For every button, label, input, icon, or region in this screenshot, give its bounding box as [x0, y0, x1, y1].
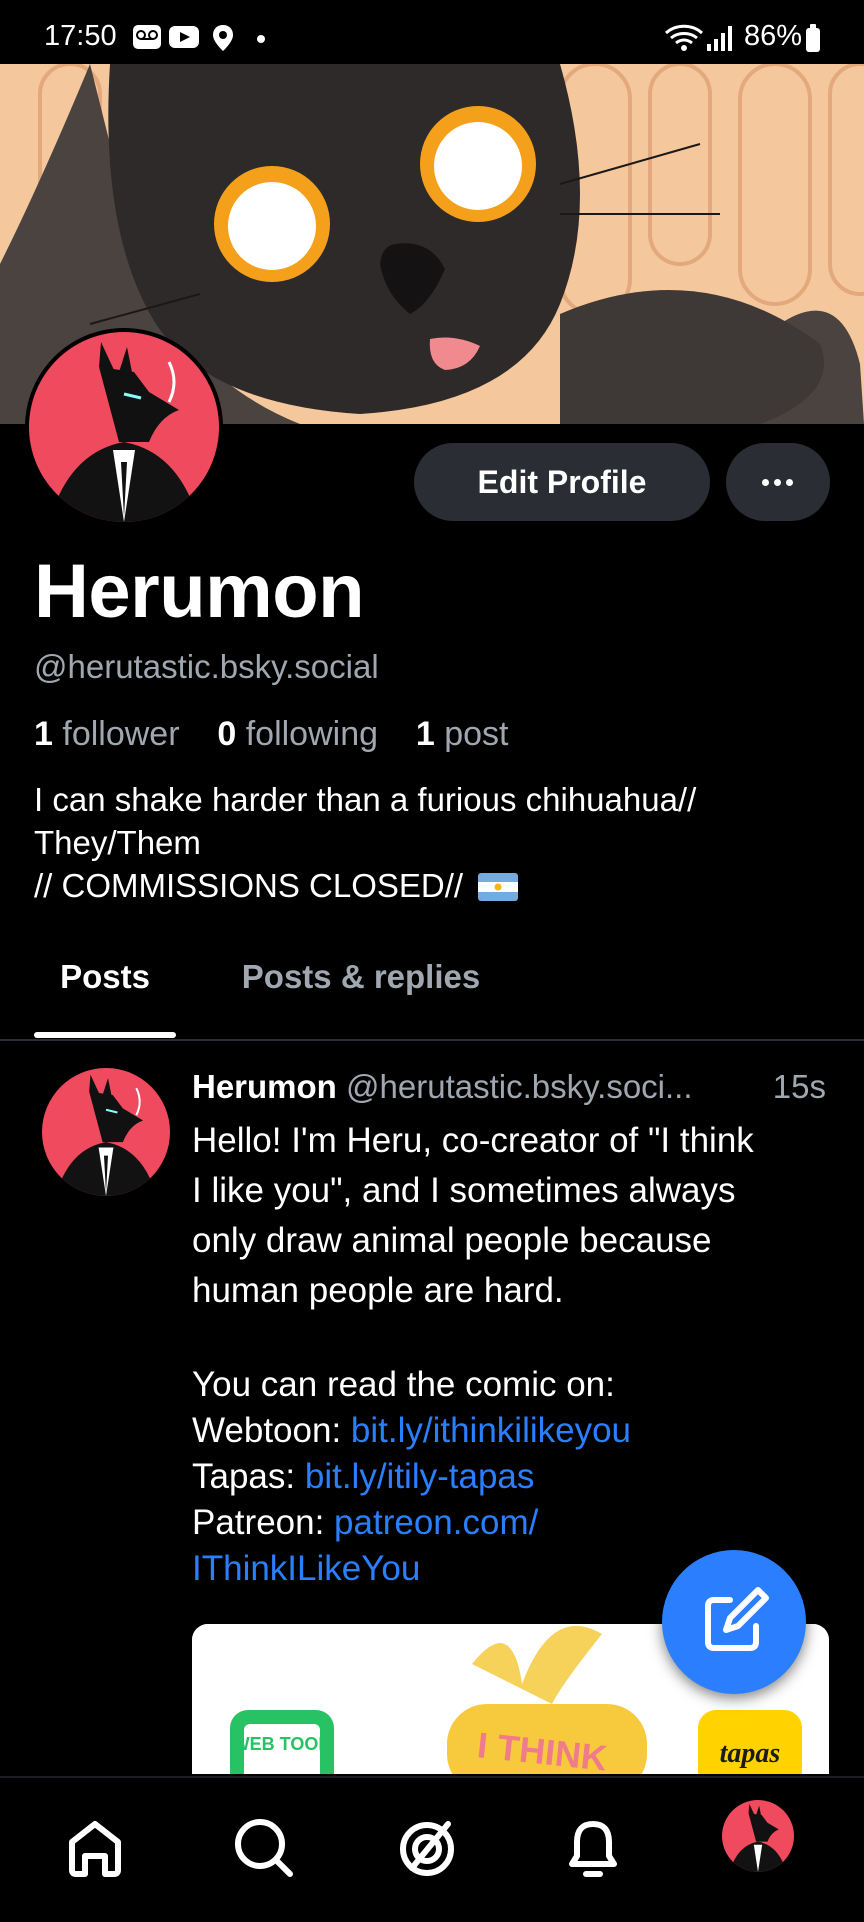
post-author-name[interactable]: Herumon: [192, 1068, 337, 1105]
nav-profile[interactable]: [722, 1800, 794, 1872]
webtoon-link[interactable]: bit.ly/ithinkilikeyou: [351, 1411, 631, 1450]
tapas-line: Tapas: bit.ly/itily-tapas: [192, 1457, 535, 1496]
profile-avatar-icon: [729, 1803, 787, 1872]
home-icon: [69, 1821, 121, 1877]
battery-icon: [806, 24, 820, 52]
status-time: 17:50: [44, 20, 117, 52]
battery-percentage: 86%: [743, 20, 802, 52]
profile-avatar[interactable]: [25, 328, 223, 526]
ellipsis-icon: [762, 479, 769, 486]
followers-count: 1: [34, 715, 53, 753]
followers-link[interactable]: 1 follower: [34, 715, 180, 753]
post-timestamp: 15s: [772, 1068, 826, 1105]
tab-posts-label: Posts: [60, 958, 150, 995]
tab-posts[interactable]: Posts: [34, 958, 176, 1038]
bio-line: I can shake harder than a furious chihua…: [34, 781, 697, 818]
edit-profile-button[interactable]: Edit Profile: [414, 443, 710, 521]
followers-label: follower: [62, 715, 180, 753]
posts-label: post: [444, 715, 509, 753]
nav-search[interactable]: [218, 1802, 308, 1892]
signal-icon: [707, 26, 732, 51]
profile-stats: 1 follower 0 following 1 post: [34, 715, 508, 754]
post-text-line: only draw animal people because: [192, 1221, 712, 1260]
post-text-line: Hello! I'm Heru, co-creator of "I think: [192, 1121, 754, 1160]
feeds-icon: [400, 1821, 454, 1876]
tapas-link[interactable]: bit.ly/itily-tapas: [305, 1457, 535, 1496]
search-icon: [235, 1819, 293, 1877]
active-tab-indicator: [34, 1032, 176, 1038]
avatar-illustration: [55, 1074, 157, 1196]
post-text-line: I like you", and I sometimes always: [192, 1171, 736, 1210]
nav-notifications[interactable]: [548, 1802, 638, 1892]
webtoon-line: Webtoon: bit.ly/ithinkilikeyou: [192, 1411, 632, 1450]
nav-home[interactable]: [50, 1802, 140, 1892]
avatar-illustration: [49, 342, 199, 522]
posts-stat: 1 post: [416, 715, 509, 753]
bottom-navigation: [0, 1776, 864, 1922]
more-options-button[interactable]: [726, 443, 830, 521]
profile-handle: @herutastic.bsky.social: [34, 648, 379, 685]
following-count: 0: [217, 715, 237, 753]
webtoon-logo-text: WEB TOON: [233, 1734, 332, 1754]
tapas-logo-text: tapas: [720, 1738, 781, 1769]
post-header: Herumon @herutastic.bsky.soci... 15s: [192, 1068, 832, 1106]
tabs-divider: [0, 1039, 864, 1041]
status-bar: 17:50 86%: [0, 0, 864, 64]
following-label: following: [245, 715, 379, 753]
voicemail-icon: [133, 25, 161, 49]
patreon-link[interactable]: patreon.com/: [334, 1503, 538, 1542]
post-author-avatar[interactable]: [42, 1068, 170, 1196]
post-author-handle[interactable]: @herutastic.bsky.soci...: [346, 1068, 693, 1105]
tab-posts-replies-label: Posts & replies: [241, 958, 481, 995]
display-name: Herumon: [34, 549, 365, 634]
patreon-link-continued[interactable]: IThinkILikeYou: [192, 1549, 420, 1588]
bio-line-with-flag: // COMMISSIONS CLOSED//: [34, 864, 834, 907]
following-link[interactable]: 0 following: [217, 715, 378, 753]
dot-icon: [257, 35, 265, 43]
nav-feeds[interactable]: [382, 1802, 472, 1892]
compose-post-button[interactable]: [662, 1550, 806, 1694]
tab-posts-and-replies[interactable]: Posts & replies: [216, 958, 506, 1038]
post-intro-line: You can read the comic on:: [192, 1365, 615, 1404]
compose-icon: [705, 1587, 769, 1651]
patreon-line: Patreon: patreon.com/: [192, 1503, 539, 1542]
post-text: Hello! I'm Heru, co-creator of "I think …: [192, 1116, 832, 1316]
notifications-icon: [569, 1821, 617, 1877]
wifi-icon: [664, 24, 704, 51]
posts-count: 1: [415, 715, 435, 753]
argentina-flag-icon: [478, 873, 519, 901]
post-text-line: human people are hard.: [192, 1271, 564, 1310]
bio-line: They/Them: [34, 824, 201, 861]
profile-bio: I can shake harder than a furious chihua…: [34, 778, 834, 907]
youtube-icon: [169, 26, 199, 48]
location-icon: [213, 25, 233, 51]
